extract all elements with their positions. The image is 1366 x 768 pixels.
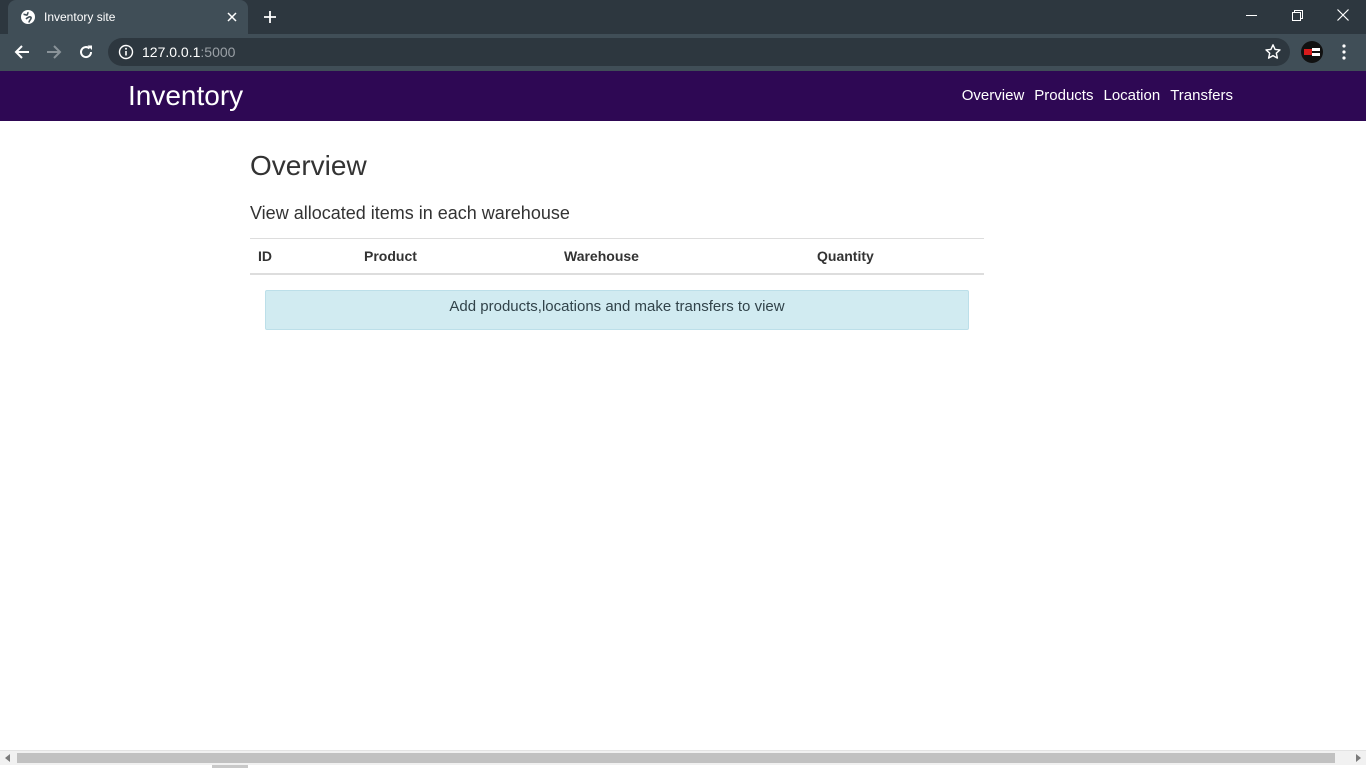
column-header-product: Product bbox=[356, 238, 556, 275]
page-title: Overview bbox=[250, 150, 367, 181]
empty-state-alert: Add products,locations and make transfer… bbox=[265, 290, 969, 330]
back-button[interactable] bbox=[8, 38, 36, 66]
url-text: 127.0.0.1:5000 bbox=[142, 45, 235, 59]
close-window-button[interactable] bbox=[1320, 0, 1366, 30]
close-tab-icon[interactable] bbox=[222, 7, 242, 27]
site-navbar: Inventory Overview Products Location Tra… bbox=[0, 71, 1366, 121]
overview-table: ID Product Warehouse Quantity bbox=[250, 238, 984, 275]
bookmark-star-icon[interactable] bbox=[1264, 43, 1282, 61]
browser-toolbar: 127.0.0.1:5000 bbox=[0, 34, 1366, 71]
brand-link[interactable]: Inventory bbox=[128, 79, 243, 113]
scroll-left-arrow-icon[interactable] bbox=[5, 754, 10, 762]
page-subtitle: View allocated items in each warehouse bbox=[250, 203, 570, 223]
url-host: 127.0.0.1 bbox=[142, 44, 201, 60]
horizontal-scrollbar[interactable] bbox=[0, 750, 1366, 765]
new-tab-button[interactable] bbox=[258, 5, 282, 29]
column-header-quantity: Quantity bbox=[809, 238, 984, 275]
browser-tab[interactable]: Inventory site bbox=[8, 0, 248, 34]
column-header-id: ID bbox=[250, 238, 356, 275]
tab-title: Inventory site bbox=[44, 10, 116, 24]
scroll-right-arrow-icon[interactable] bbox=[1356, 754, 1361, 762]
url-port: :5000 bbox=[200, 44, 236, 60]
browser-menu-icon[interactable] bbox=[1334, 41, 1354, 63]
nav-links: Overview Products Location Transfers bbox=[962, 87, 1233, 105]
address-bar[interactable]: 127.0.0.1:5000 bbox=[108, 38, 1290, 66]
restore-button[interactable] bbox=[1274, 0, 1320, 30]
browser-tab-strip: Inventory site bbox=[0, 0, 1366, 34]
nav-link-products[interactable]: Products bbox=[1034, 87, 1093, 105]
minimize-button[interactable] bbox=[1228, 0, 1274, 30]
nav-link-transfers[interactable]: Transfers bbox=[1170, 87, 1233, 105]
forward-button[interactable] bbox=[40, 38, 68, 66]
nav-link-location[interactable]: Location bbox=[1103, 87, 1160, 105]
nav-link-overview[interactable]: Overview bbox=[962, 87, 1025, 105]
globe-icon bbox=[20, 9, 36, 25]
table-header-row: ID Product Warehouse Quantity bbox=[250, 238, 984, 275]
column-header-warehouse: Warehouse bbox=[556, 238, 809, 275]
profile-avatar[interactable] bbox=[1301, 41, 1323, 63]
scrollbar-thumb[interactable] bbox=[17, 753, 1335, 763]
reload-button[interactable] bbox=[72, 38, 100, 66]
info-icon[interactable] bbox=[118, 44, 134, 60]
